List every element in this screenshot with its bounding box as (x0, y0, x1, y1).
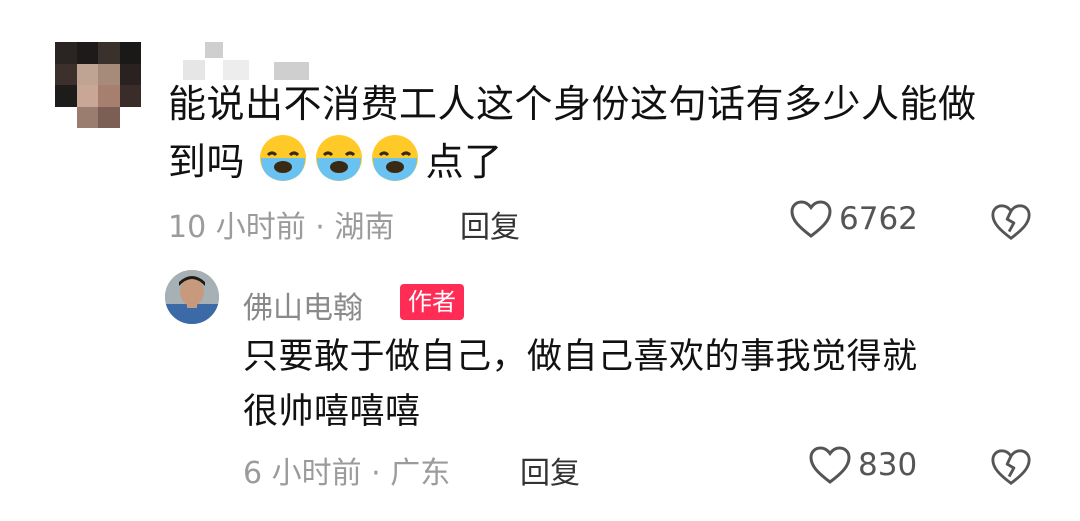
reply-like-button[interactable]: 830 (808, 445, 917, 485)
comment-like-count: 6762 (839, 201, 918, 237)
comment-like-button[interactable]: 6762 (789, 199, 918, 239)
crying-face-icon (259, 135, 306, 181)
heart-icon (790, 200, 832, 238)
author-username[interactable]: 佛山电翰 (243, 283, 363, 327)
author-badge: 作者 (400, 284, 464, 320)
commenter-name-blurred[interactable] (183, 40, 309, 80)
author-avatar-image (165, 270, 219, 324)
heart-icon (809, 446, 851, 484)
crying-face-icon (371, 135, 418, 181)
comment-time-location: 10 小时前 · 湖南 (168, 210, 395, 245)
reply-reply-button[interactable]: 回复 (520, 448, 580, 492)
reply-text: 只要敢于做自己，做自己喜欢的事我觉得就 很帅嘻嘻嘻 (243, 330, 1043, 440)
reply-time-location: 6 小时前 · 广东 (243, 456, 451, 491)
commenter-avatar[interactable] (55, 42, 141, 128)
dislike-icon[interactable] (990, 202, 1032, 242)
comment-text-line-2: 到吗 点了 (168, 133, 1048, 191)
dislike-icon[interactable] (990, 447, 1032, 487)
comment-text: 能说出不消费工人这个身份这句话有多少人能做 到吗 点了 (168, 76, 1048, 191)
reply-like-count: 830 (858, 447, 918, 483)
crying-face-icon (315, 135, 362, 181)
author-avatar[interactable] (165, 270, 219, 324)
reply-text-line-1: 只要敢于做自己，做自己喜欢的事我觉得就 (243, 337, 918, 377)
comment-reply-button[interactable]: 回复 (460, 202, 520, 246)
reply-text-line-2: 很帅嘻嘻嘻 (243, 392, 421, 432)
comment-text-line-1: 能说出不消费工人这个身份这句话有多少人能做 (168, 82, 977, 126)
